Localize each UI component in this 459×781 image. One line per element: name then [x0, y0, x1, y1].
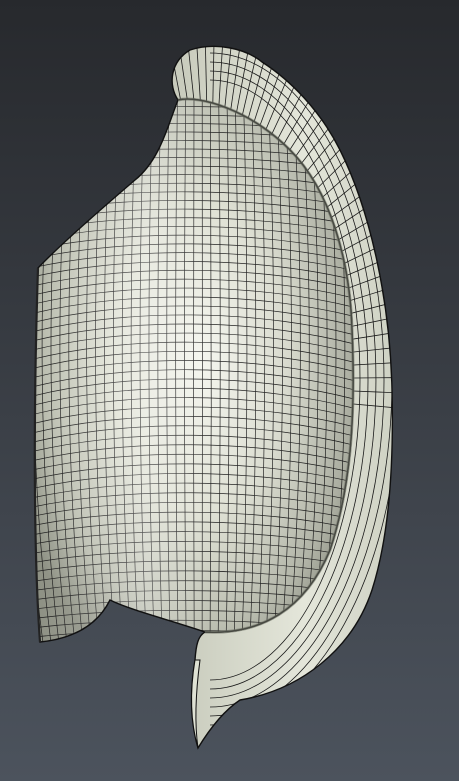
flange-radial-line: [123, 28, 165, 139]
flange-radial-line: [133, 22, 170, 135]
flange-radial-line: [86, 60, 145, 161]
flange-radial-line: [69, 80, 137, 175]
flange-radial-line: [95, 51, 150, 155]
flange-radial-line: [172, 46, 176, 132]
mesh-column-line: [34, 99, 37, 643]
flange-radial-line: [53, 102, 128, 190]
flange-radial-line: [104, 43, 155, 150]
flange-radial-line: [32, 140, 117, 216]
mesh-model[interactable]: [0, 0, 459, 781]
flange-radial-line: [39, 127, 121, 207]
flange-radial-line: [77, 70, 140, 168]
3d-viewport[interactable]: [0, 0, 459, 781]
flange-radial-line: [46, 114, 125, 198]
flange-radial-line: [114, 35, 160, 144]
flange-radial-line: [61, 91, 132, 182]
